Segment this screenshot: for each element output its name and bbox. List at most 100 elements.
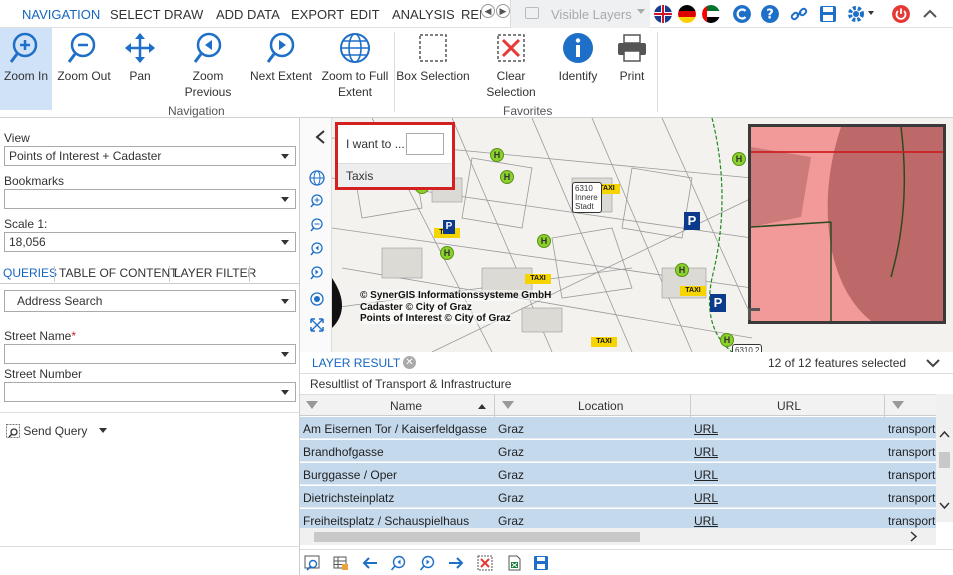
scroll-right-icon[interactable] (910, 531, 918, 542)
parking-marker[interactable]: P (710, 294, 726, 312)
tab-layer-filter[interactable]: LAYER FILTER (174, 266, 256, 280)
filter-icon[interactable] (502, 401, 514, 409)
full-extent-icon[interactable] (310, 318, 324, 332)
bus-stop-marker[interactable]: H (537, 234, 551, 248)
tab-layer-result[interactable]: LAYER RESULT (312, 356, 400, 370)
next-extent-icon[interactable] (419, 555, 435, 571)
menu-navigation[interactable]: NAVIGATION (22, 7, 100, 22)
query-select[interactable]: Address Search (4, 290, 296, 312)
table-row[interactable]: Brandhofgasse Graz URL transport (300, 440, 936, 462)
locate-icon[interactable] (310, 292, 324, 306)
column-url-header[interactable]: URL (777, 399, 801, 413)
taxi-marker[interactable]: TAXI (591, 337, 617, 347)
zoom-full-extent-button[interactable]: Zoom to Full Extent (317, 28, 393, 110)
scroll-right-icon[interactable]: ▶ (496, 4, 510, 18)
link-icon[interactable] (790, 5, 808, 23)
arrow-right-icon[interactable] (448, 555, 464, 571)
bus-stop-marker[interactable]: H (490, 148, 504, 162)
scroll-down-icon[interactable] (939, 502, 950, 510)
table-row[interactable]: Dietrichsteinplatz Graz URL transport (300, 486, 936, 508)
filter-icon[interactable] (306, 401, 318, 409)
parking-marker[interactable]: P (684, 212, 700, 230)
scroll-thumb[interactable] (314, 532, 640, 542)
gear-icon[interactable] (847, 5, 865, 23)
url-link[interactable]: URL (694, 422, 718, 436)
tab-table-of-content[interactable]: TABLE OF CONTENT (59, 266, 177, 280)
url-link[interactable]: URL (694, 468, 718, 482)
url-link[interactable]: URL (694, 445, 718, 459)
horizontal-scrollbar[interactable] (300, 528, 936, 545)
url-link[interactable]: URL (694, 491, 718, 505)
collapse-left-icon[interactable] (314, 130, 328, 144)
zoom-previous-icon[interactable] (310, 242, 324, 256)
menu-truncated[interactable]: REI (461, 7, 481, 22)
scroll-left-icon[interactable]: ◀ (481, 4, 495, 18)
zoom-to-selection-icon[interactable] (304, 555, 320, 571)
print-button[interactable]: Print (610, 28, 654, 110)
vertical-scrollbar[interactable] (936, 394, 953, 522)
table-row[interactable]: Burggasse / Oper Graz URL transport (300, 463, 936, 485)
bus-stop-marker[interactable]: H (440, 246, 454, 260)
overview-resize-handle[interactable] (748, 308, 760, 320)
sort-asc-icon[interactable] (478, 404, 486, 409)
map-view[interactable]: H H H H H H H H TAXI TAXI TAXI TAXI TAXI… (300, 118, 953, 352)
i-want-to-input[interactable] (406, 133, 444, 155)
table-row[interactable]: Am Eisernen Tor / Kaiserfeldgasse Graz U… (300, 417, 936, 439)
chevron-down-icon[interactable] (98, 428, 107, 433)
clear-selection-button[interactable]: Clear Selection (476, 28, 546, 110)
menu-draw[interactable]: DRAW (164, 7, 203, 22)
zoom-in-icon[interactable] (310, 194, 324, 208)
zoom-previous-button[interactable]: Zoom Previous (172, 28, 244, 110)
zoom-previous-icon[interactable] (390, 555, 406, 571)
gear-dropdown-icon[interactable] (868, 11, 874, 15)
menu-edit[interactable]: EDIT (350, 7, 380, 22)
street-number-input[interactable] (4, 382, 296, 402)
flag-ae-icon[interactable] (702, 5, 720, 23)
excel-export-icon[interactable] (506, 555, 522, 571)
table-icon[interactable] (333, 555, 349, 571)
menu-select[interactable]: SELECT (110, 7, 161, 22)
menu-analysis[interactable]: ANALYSIS (392, 7, 455, 22)
bus-stop-marker[interactable]: H (675, 263, 689, 277)
identify-button[interactable]: Identify (552, 28, 604, 110)
bus-stop-marker[interactable]: H (732, 152, 746, 166)
visible-layers-select[interactable]: Visible Layers (510, 0, 650, 28)
scroll-up-icon[interactable] (939, 430, 950, 438)
save-icon[interactable] (819, 5, 837, 23)
overview-map[interactable] (748, 124, 946, 324)
taxi-marker[interactable]: TAXI (680, 286, 706, 296)
zoom-out-button[interactable]: Zoom Out (53, 28, 115, 110)
view-select[interactable]: Points of Interest + Cadaster (4, 146, 296, 166)
scroll-thumb[interactable] (939, 452, 950, 468)
column-location-header[interactable]: Location (578, 399, 623, 413)
save-icon[interactable] (533, 555, 549, 571)
globe-icon[interactable] (309, 170, 325, 186)
close-icon[interactable]: ✕ (403, 356, 416, 369)
c-icon[interactable] (733, 5, 751, 23)
bus-stop-marker[interactable]: H (500, 170, 514, 184)
flag-de-icon[interactable] (678, 5, 696, 23)
help-icon[interactable]: ? (761, 5, 779, 23)
column-name-header[interactable]: Name (390, 399, 422, 413)
chevron-down-icon[interactable] (926, 357, 940, 369)
clear-selection-icon[interactable] (477, 555, 493, 571)
tab-queries[interactable]: QUERIES (3, 266, 57, 280)
bookmarks-select[interactable] (4, 189, 296, 209)
parking-marker[interactable]: P (443, 220, 455, 234)
scale-select[interactable]: 18,056 (4, 232, 296, 252)
taxi-marker[interactable]: TAXI (525, 274, 551, 284)
send-query-button[interactable]: Send Query (6, 424, 107, 438)
pan-button[interactable]: Pan (118, 28, 162, 110)
menu-add-data[interactable]: ADD DATA (216, 7, 280, 22)
box-selection-button[interactable]: Box Selection (396, 28, 470, 110)
filter-icon[interactable] (892, 401, 904, 409)
power-icon[interactable] (892, 5, 910, 23)
arrow-left-icon[interactable] (362, 555, 378, 571)
flag-uk-icon[interactable] (654, 5, 672, 23)
chevron-up-icon[interactable] (921, 5, 939, 23)
zoom-out-icon[interactable] (310, 218, 324, 232)
zoom-in-button[interactable]: Zoom In (0, 28, 52, 110)
url-link[interactable]: URL (694, 514, 718, 528)
street-name-input[interactable] (4, 344, 296, 364)
next-extent-icon[interactable] (310, 266, 324, 280)
